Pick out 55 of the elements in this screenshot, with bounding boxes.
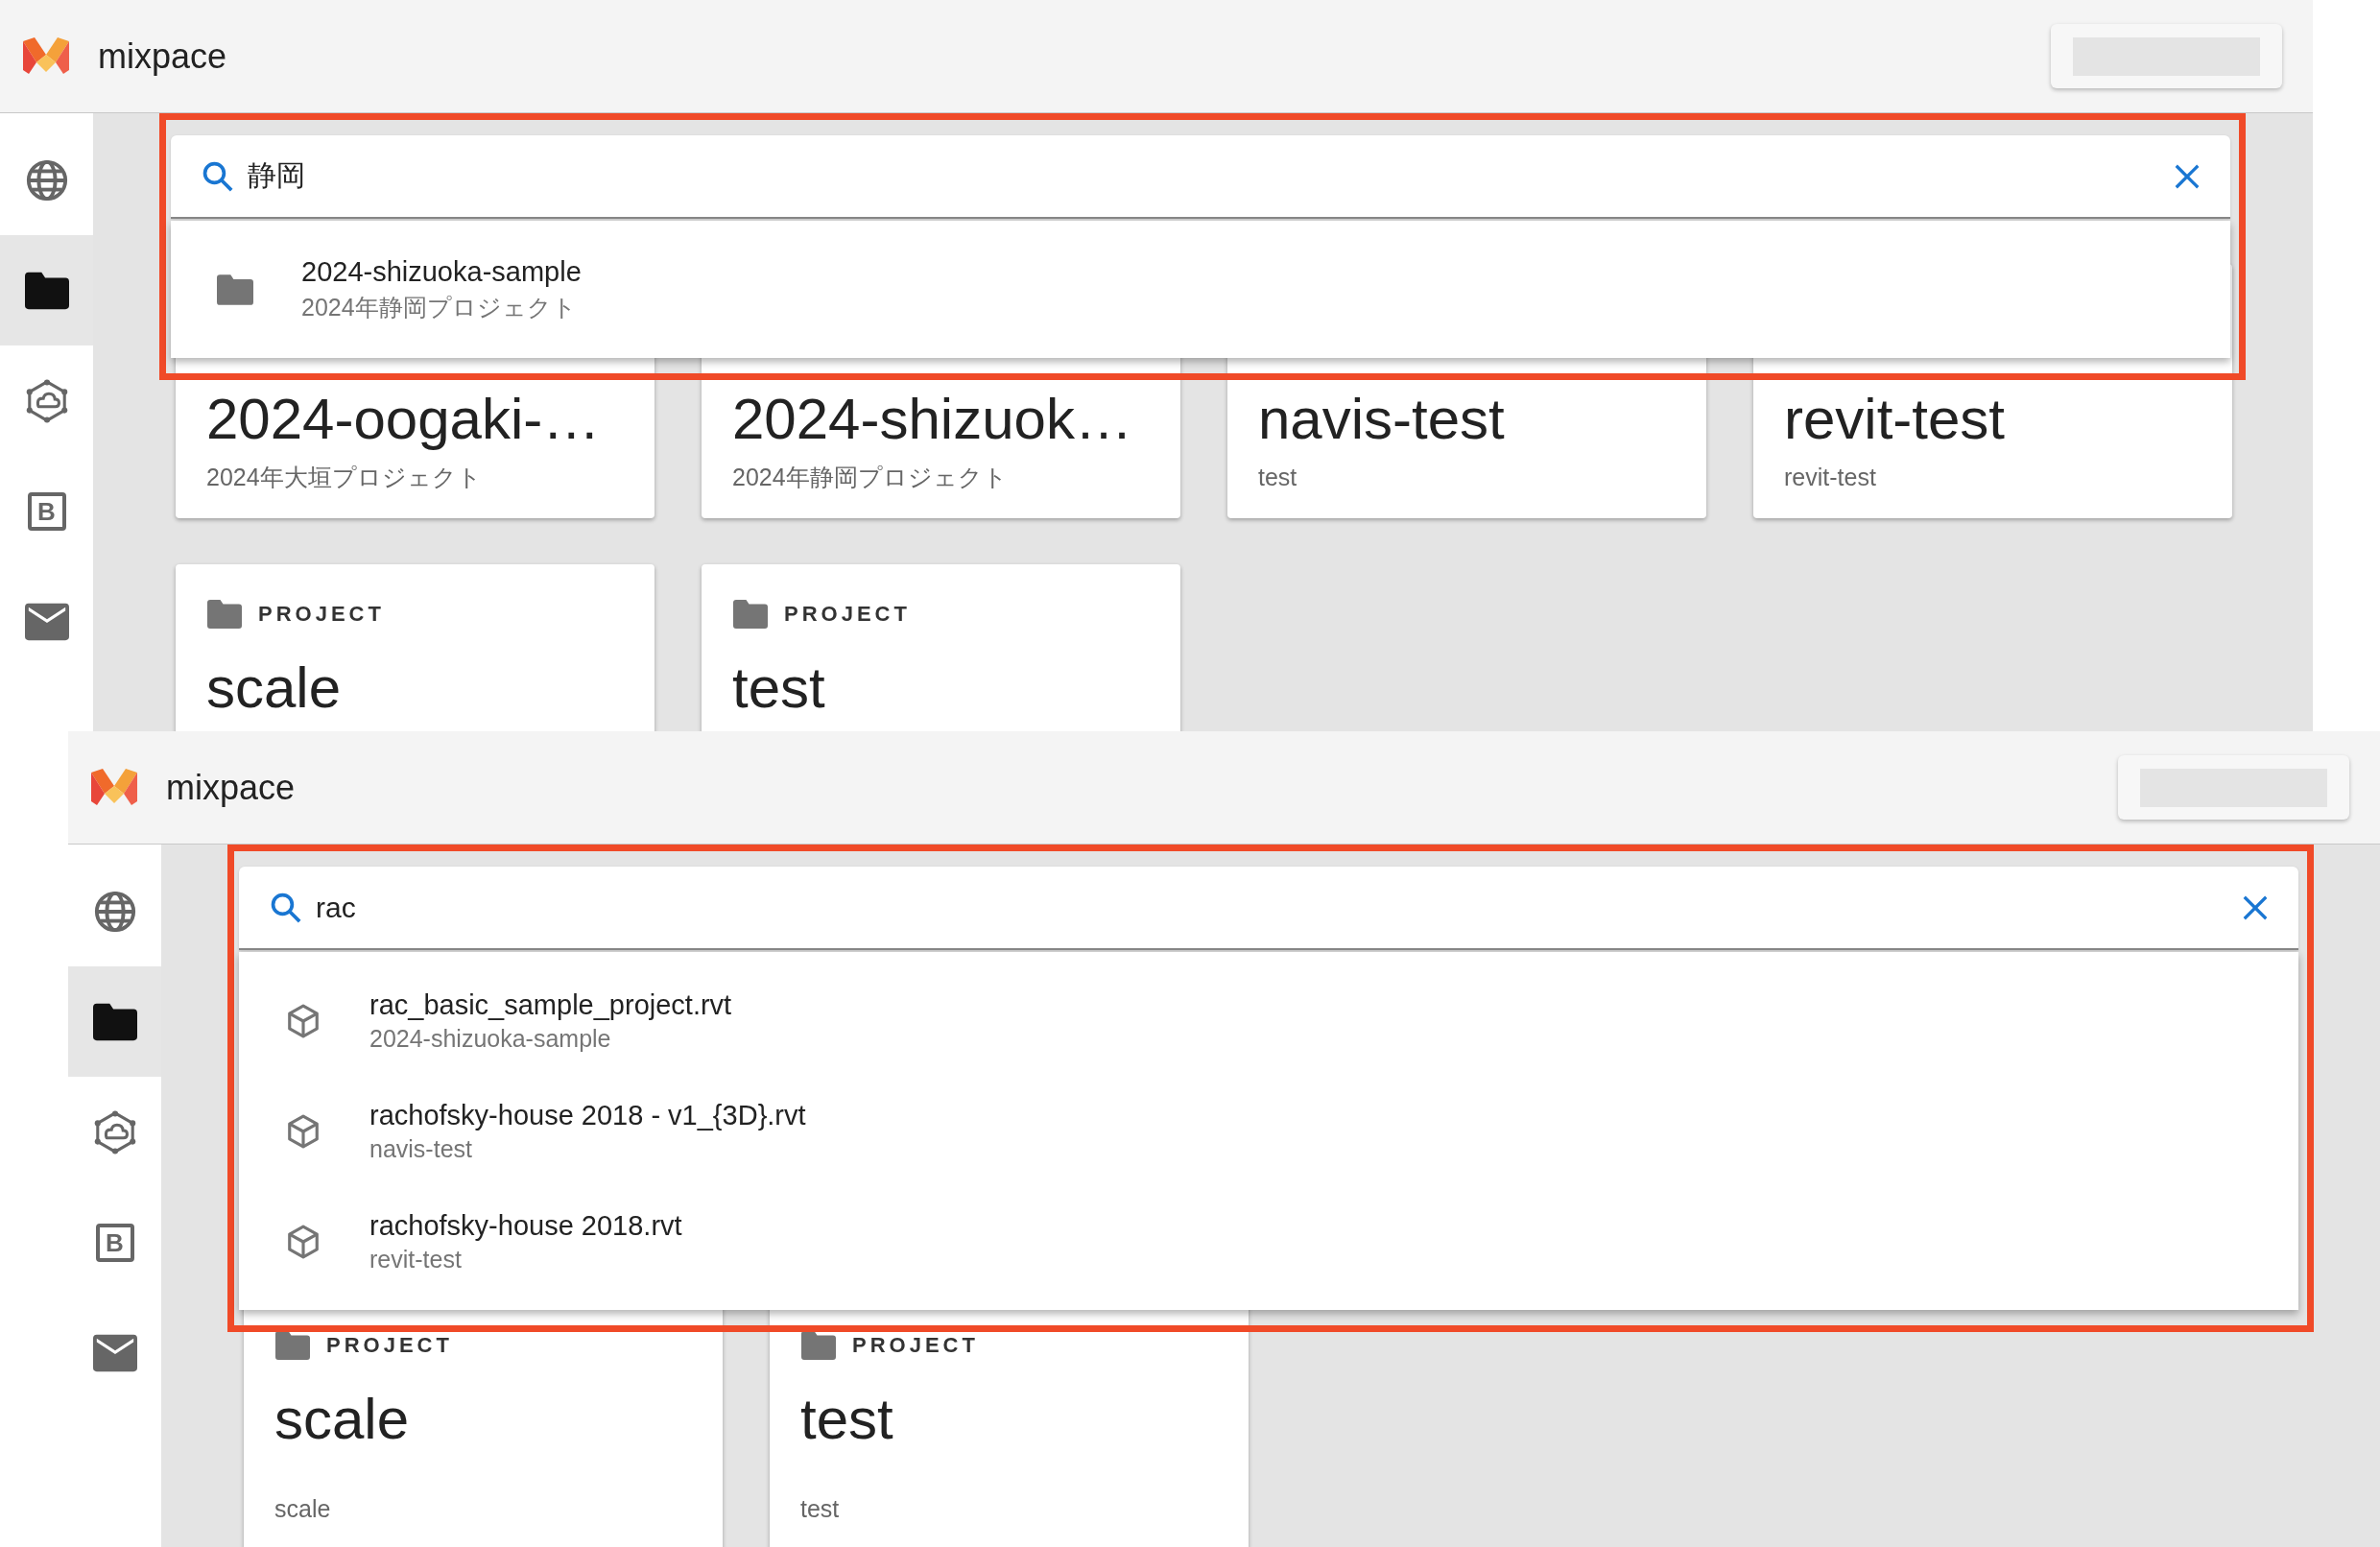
card-label: PROJECT <box>326 1333 453 1358</box>
card-title: test <box>732 655 826 721</box>
sidebar-item[interactable] <box>0 235 93 345</box>
folder-icon <box>732 600 769 629</box>
globe-icon <box>92 889 137 934</box>
sidebar-item[interactable]: B <box>68 1187 161 1297</box>
card-title: 2024-oogaki-… <box>206 387 602 452</box>
result-title: rachofsky-house 2018 - v1_{3D}.rvt <box>369 1099 806 1131</box>
card-label: PROJECT <box>852 1333 979 1358</box>
card-title: 2024-shizuok… <box>732 387 1133 452</box>
result-item[interactable]: rachofsky-house 2018 - v1_{3D}.rvt navis-test <box>239 1076 2298 1186</box>
result-title: rac_basic_sample_project.rvt <box>369 988 732 1021</box>
card-title: revit-test <box>1784 387 2007 452</box>
card-label: PROJECT <box>784 602 911 627</box>
search-field[interactable]: 静岡 <box>171 135 2230 219</box>
card-subtitle: test <box>1258 463 1298 491</box>
card-subtitle: scale <box>274 1494 332 1523</box>
letter-icon: B <box>27 491 66 531</box>
cube-icon <box>285 1112 321 1150</box>
card-title: scale <box>274 1387 411 1452</box>
app-name: mixpace <box>166 767 296 808</box>
card-label: PROJECT <box>258 602 385 627</box>
app-name: mixpace <box>98 36 227 77</box>
search-icon <box>202 159 234 193</box>
folder-icon <box>206 600 243 629</box>
globe-icon <box>24 157 69 202</box>
letter-icon: B <box>95 1223 134 1262</box>
folder-icon <box>274 1331 311 1360</box>
result-item[interactable]: rac_basic_sample_project.rvt 2024-shizuoka-sample <box>239 965 2298 1076</box>
result-subtitle: revit-test <box>369 1245 463 1273</box>
search-field[interactable]: rac <box>239 867 2298 950</box>
cloud-network-icon <box>24 378 69 423</box>
sidebar-item[interactable]: B <box>0 456 93 566</box>
card-subtitle: 2024年大垣プロジェクト <box>206 463 483 491</box>
card-subtitle: revit-test <box>1784 463 1877 491</box>
cube-icon <box>285 1223 321 1260</box>
result-title: rachofsky-house 2018.rvt <box>369 1209 682 1242</box>
card-title: navis-test <box>1258 387 1506 452</box>
project-card[interactable]: PROJECT test <box>702 564 1180 731</box>
cloud-network-icon <box>92 1109 137 1154</box>
project-card[interactable]: PROJECT scale <box>176 564 654 731</box>
cube-icon <box>285 1002 321 1039</box>
card-title: scale <box>206 655 343 721</box>
card-title: test <box>800 1387 894 1452</box>
result-item[interactable]: rachofsky-house 2018.rvt revit-test <box>239 1186 2298 1297</box>
result-subtitle: 2024年静岡プロジェクト <box>301 292 578 322</box>
card-subtitle: test <box>800 1494 841 1523</box>
sidebar-item[interactable] <box>68 966 161 1077</box>
logo-icon <box>91 768 137 807</box>
search-icon <box>270 891 302 924</box>
result-subtitle: navis-test <box>369 1134 473 1163</box>
card-subtitle: 2024年静岡プロジェクト <box>732 463 1009 491</box>
result-subtitle: 2024-shizuoka-sample <box>369 1024 612 1053</box>
logo-icon <box>23 36 69 76</box>
folder-icon <box>800 1331 837 1360</box>
